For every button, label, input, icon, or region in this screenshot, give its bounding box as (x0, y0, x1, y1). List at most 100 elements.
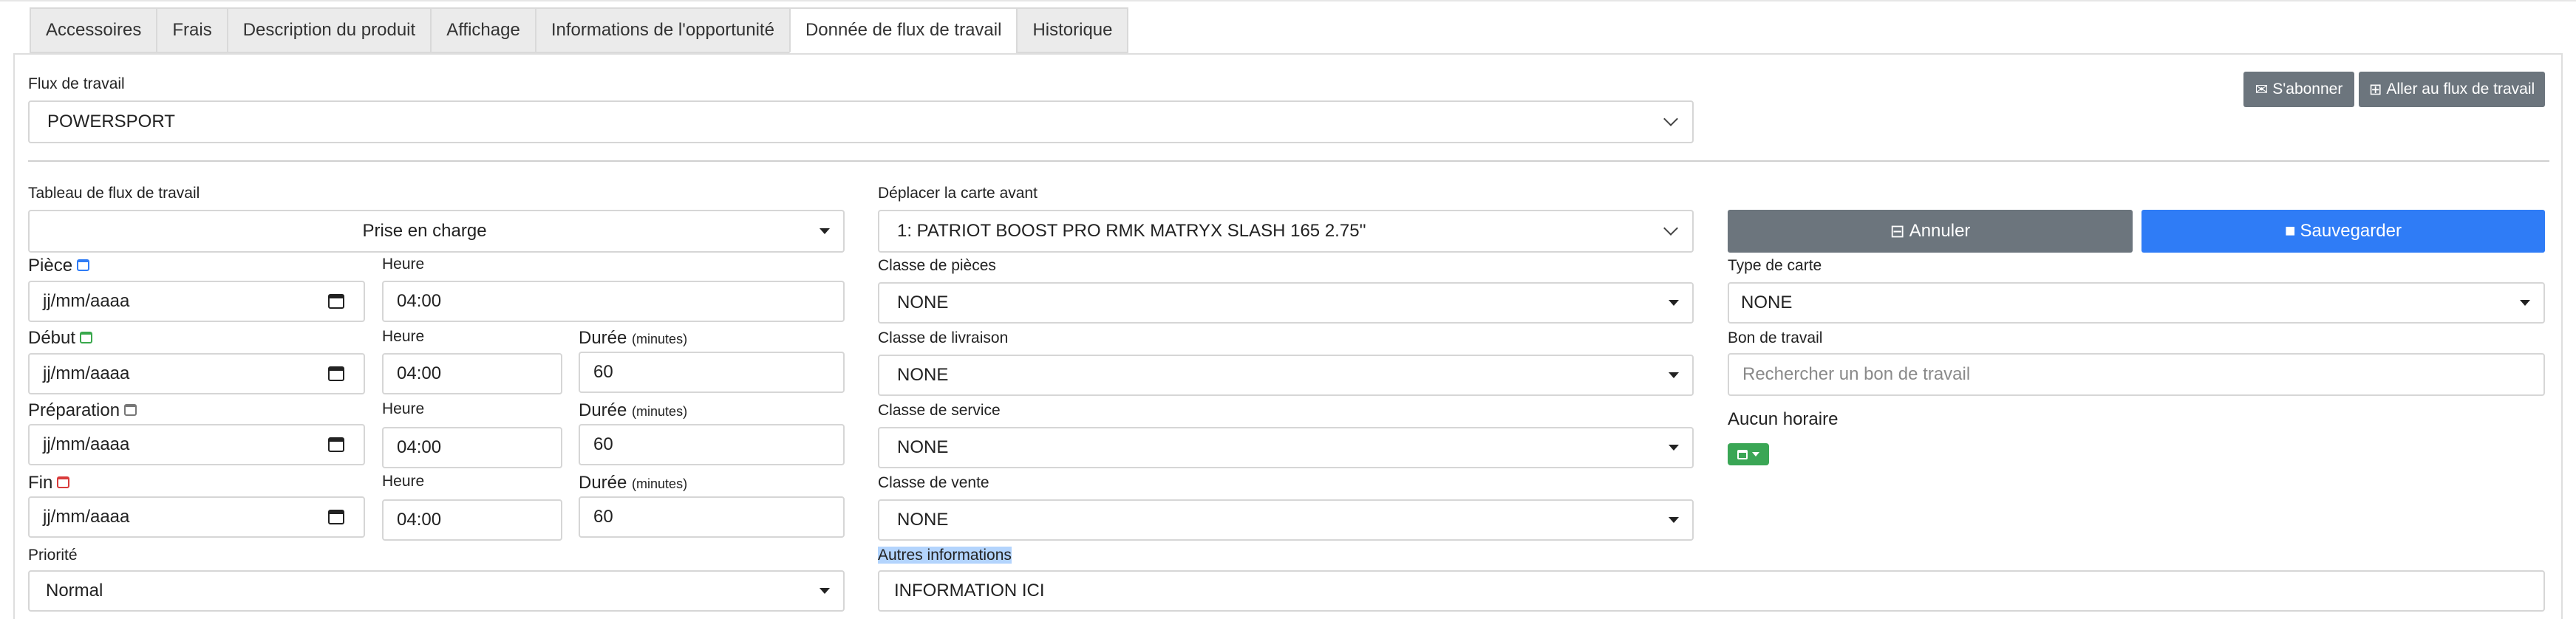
debut-date-input[interactable]: jj/mm/aaaa (28, 353, 365, 394)
class-pieces-label: Classe de pièces (878, 257, 996, 274)
subscribe-label: S'abonner (2272, 81, 2343, 98)
board-label: Tableau de flux de travail (28, 185, 200, 202)
priority-label: Priorité (28, 547, 78, 564)
date-label-text: Préparation (28, 400, 120, 420)
class-pieces-select[interactable]: NONE (878, 282, 1694, 324)
tab-historique[interactable]: Historique (1016, 7, 1129, 53)
duration-label-text: Durée (579, 328, 627, 348)
envelope-icon: ✉ (2255, 81, 2269, 98)
caret-down-icon (1669, 300, 1679, 306)
piece-time-input[interactable]: 04:00 (382, 281, 845, 322)
save-button[interactable]: ■ Sauvegarder (2141, 210, 2545, 253)
debut-time-value: 04:00 (397, 363, 442, 383)
calendar-icon (80, 331, 93, 343)
schedule-label: Aucun horaire (1728, 409, 1839, 429)
date-label-text: Pièce (28, 256, 73, 276)
date-label-piece: Pièce (28, 256, 90, 276)
class-service-select[interactable]: NONE (878, 427, 1694, 468)
cancel-button[interactable]: ⊟ Annuler (1728, 210, 2133, 253)
preparation-date-input[interactable]: jj/mm/aaaa (28, 424, 365, 465)
tab-affichage[interactable]: Affichage (430, 7, 535, 53)
date-label-text: Début (28, 328, 76, 348)
calendar-icon[interactable] (328, 437, 344, 452)
class-pieces-value: NONE (897, 293, 949, 312)
date-label-fin: Fin (28, 473, 70, 493)
preparation-duration-input[interactable]: 60 (579, 424, 845, 465)
caret-down-icon (820, 588, 830, 594)
board-select[interactable]: Prise en charge (28, 210, 845, 253)
fin-date-placeholder: jj/mm/aaaa (43, 507, 130, 527)
debut-duration-input[interactable]: 60 (579, 352, 845, 393)
debut-time-label: Heure (382, 328, 425, 345)
calendar-icon[interactable] (328, 366, 344, 381)
class-vente-label: Classe de vente (878, 474, 989, 491)
tab-informations-opportunite[interactable]: Informations de l'opportunité (534, 7, 789, 53)
workflow-select[interactable]: POWERSPORT (28, 100, 1694, 143)
square-plus-icon: ⊞ (2368, 81, 2382, 98)
debut-time-input[interactable]: 04:00 (382, 353, 562, 394)
card-type-select[interactable]: NONE (1728, 282, 2545, 324)
other-info-label-text: Autres informations (878, 547, 1012, 564)
calendar-icon (124, 403, 137, 416)
preparation-date-placeholder: jj/mm/aaaa (43, 434, 130, 454)
fin-time-input[interactable]: 04:00 (382, 499, 562, 541)
fin-duration-input[interactable]: 60 (579, 496, 845, 538)
class-service-value: NONE (897, 437, 949, 457)
move-card-value: 1: PATRIOT BOOST PRO RMK MATRYX SLASH 16… (897, 221, 1366, 241)
fin-duration-value: 60 (593, 507, 613, 527)
duration-unit: (minutes) (632, 476, 688, 491)
top-border (0, 0, 2576, 1)
class-vente-select[interactable]: NONE (878, 499, 1694, 541)
caret-down-icon (1669, 372, 1679, 378)
caret-down-icon (1752, 452, 1759, 456)
class-livraison-label: Classe de livraison (878, 329, 1009, 346)
other-info-value: INFORMATION ICI (894, 581, 1045, 601)
schedule-dropdown-button[interactable] (1728, 443, 1769, 465)
class-livraison-value: NONE (897, 365, 949, 385)
piece-date-input[interactable]: jj/mm/aaaa (28, 281, 365, 322)
calendar-icon (57, 476, 70, 488)
calendar-icon[interactable] (328, 294, 344, 309)
debut-duration-value: 60 (593, 362, 613, 382)
class-service-label: Classe de service (878, 402, 1001, 419)
priority-select[interactable]: Normal (28, 570, 845, 612)
preparation-time-label: Heure (382, 400, 425, 417)
other-info-input[interactable]: INFORMATION ICI (878, 570, 2545, 612)
caret-down-icon (820, 228, 830, 234)
duration-label-text: Durée (579, 400, 627, 420)
class-vente-value: NONE (897, 510, 949, 530)
debut-duration-label: Durée (minutes) (579, 328, 687, 349)
fin-date-input[interactable]: jj/mm/aaaa (28, 496, 365, 538)
calendar-icon (1737, 449, 1748, 459)
work-order-placeholder: Rechercher un bon de travail (1742, 364, 1971, 384)
fin-time-value: 04:00 (397, 510, 442, 530)
preparation-time-input[interactable]: 04:00 (382, 427, 562, 468)
goto-workflow-button[interactable]: ⊞ Aller au flux de travail (2359, 72, 2545, 107)
duration-label-text: Durée (579, 473, 627, 493)
other-info-label: Autres informations (878, 547, 1012, 564)
work-order-label: Bon de travail (1728, 329, 1823, 346)
tab-accessoires[interactable]: Accessoires (30, 7, 157, 53)
work-order-search[interactable]: Rechercher un bon de travail (1728, 353, 2545, 396)
save-icon: ■ (2285, 221, 2296, 241)
caret-down-icon (1669, 517, 1679, 523)
date-label-debut: Début (28, 328, 93, 349)
caret-down-icon (2520, 300, 2530, 306)
workflow-value: POWERSPORT (47, 112, 175, 131)
subscribe-button[interactable]: ✉ S'abonner (2243, 72, 2354, 107)
calendar-icon[interactable] (328, 510, 344, 524)
square-minus-icon: ⊟ (1890, 221, 1905, 242)
chevron-down-icon (1663, 221, 1678, 236)
tab-donnee-flux-travail[interactable]: Donnée de flux de travail (788, 7, 1017, 53)
tab-description-produit[interactable]: Description du produit (226, 7, 431, 53)
class-livraison-select[interactable]: NONE (878, 355, 1694, 396)
fin-time-label: Heure (382, 473, 425, 490)
move-card-select[interactable]: 1: PATRIOT BOOST PRO RMK MATRYX SLASH 16… (878, 210, 1694, 253)
cancel-label: Annuler (1909, 221, 1971, 241)
date-label-text: Fin (28, 473, 53, 493)
duration-unit: (minutes) (632, 332, 688, 346)
save-label: Sauvegarder (2300, 221, 2402, 241)
tab-frais[interactable]: Frais (156, 7, 227, 53)
chevron-down-icon (1663, 112, 1678, 126)
tab-bar: Accessoires Frais Description du produit… (30, 7, 1129, 53)
